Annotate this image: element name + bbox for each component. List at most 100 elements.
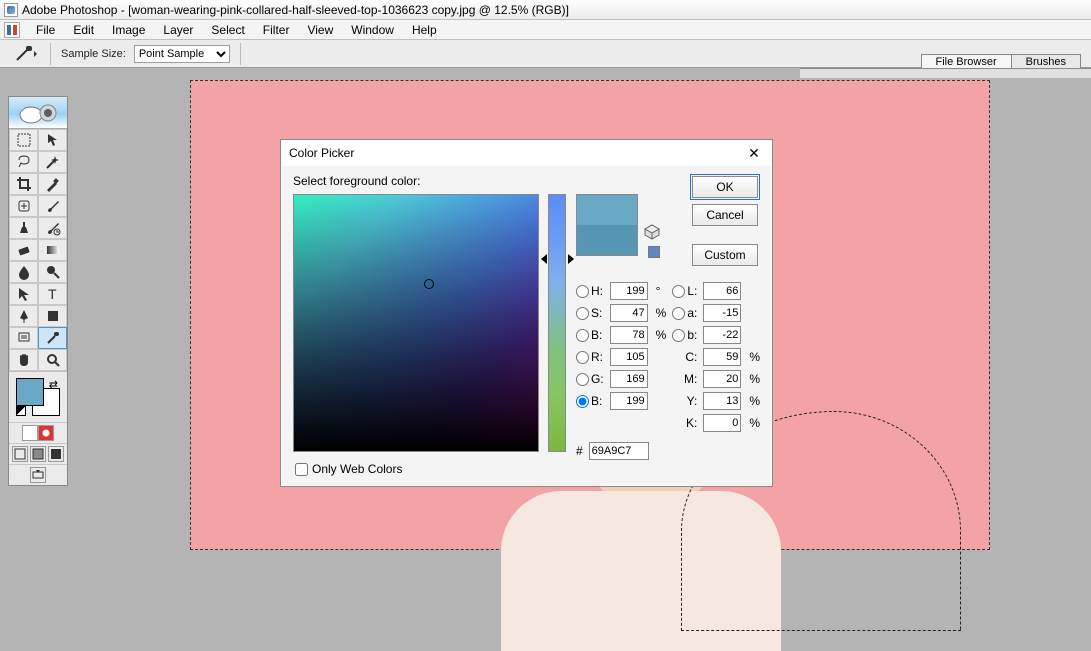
tool-dodge[interactable] [38,261,67,283]
color-field-marker[interactable] [424,279,434,289]
tool-hand[interactable] [9,349,38,371]
default-colors-icon[interactable] [16,406,26,416]
radio-h[interactable]: H: [576,284,604,298]
app-icon [4,3,18,17]
only-web-colors-checkbox[interactable]: Only Web Colors [295,462,402,476]
swap-colors-icon[interactable]: ⇄ [49,378,58,391]
jump-to-imageready-icon[interactable] [30,467,46,483]
quickmask-mode-icon[interactable] [38,425,54,441]
screen-full-icon[interactable] [48,446,64,462]
toolbox-header-icon [9,97,67,129]
tool-notes[interactable] [9,327,38,349]
input-a[interactable] [703,304,741,322]
input-y[interactable] [703,392,741,410]
menu-edit[interactable]: Edit [65,22,102,38]
radio-g[interactable]: G: [576,372,604,386]
radio-r[interactable]: R: [576,350,604,364]
radio-hsb-b[interactable]: B: [576,328,604,342]
tool-blur[interactable] [9,261,38,283]
tool-eraser[interactable] [9,239,38,261]
input-h[interactable] [610,282,648,300]
toolbox: T ⇄ [8,96,68,486]
eyedropper-tool-icon[interactable] [14,45,40,63]
radio-rgb-b[interactable]: B: [576,394,604,408]
suffix-pct: % [749,416,760,430]
tool-eyedropper[interactable] [38,327,67,349]
label-c: C: [672,350,697,364]
dialog-title: Color Picker [289,146,354,160]
cancel-button[interactable]: Cancel [692,204,758,226]
menu-image[interactable]: Image [104,22,153,38]
menu-view[interactable]: View [299,22,341,38]
input-rgb-b[interactable] [610,392,648,410]
hue-slider[interactable] [548,194,566,452]
tool-gradient[interactable] [38,239,67,261]
input-lab-b[interactable] [703,326,741,344]
tool-magic-wand[interactable] [38,151,67,173]
menu-filter[interactable]: Filter [255,22,298,38]
tool-type[interactable]: T [38,283,67,305]
input-hex[interactable] [589,442,649,460]
close-icon[interactable]: ✕ [744,143,764,163]
tool-slice[interactable] [38,173,67,195]
suffix-pct: % [749,372,760,386]
menu-help[interactable]: Help [404,22,445,38]
suffix-pct: % [656,306,667,320]
svg-text:T: T [48,286,57,302]
input-hsb-b[interactable] [610,326,648,344]
menu-layer[interactable]: Layer [155,22,201,38]
color-field[interactable] [293,194,539,452]
input-s[interactable] [610,304,648,322]
tool-history-brush[interactable] [38,217,67,239]
dialog-subtitle: Select foreground color: [293,174,760,188]
hue-slider-pointer-left[interactable] [541,254,547,264]
tool-path-select[interactable] [9,283,38,305]
screen-standard-icon[interactable] [12,446,28,462]
websafe-swatch[interactable] [648,246,660,258]
tool-clone-stamp[interactable] [9,217,38,239]
foreground-color-swatch[interactable] [16,378,44,406]
input-k[interactable] [703,414,741,432]
tool-healing-brush[interactable] [9,195,38,217]
color-picker-dialog: Color Picker ✕ Select foreground color: [280,139,773,487]
divider [240,43,241,65]
menu-select[interactable]: Select [203,22,252,38]
radio-s[interactable]: S: [576,306,604,320]
tool-move[interactable] [38,129,67,151]
menu-window[interactable]: Window [343,22,402,38]
input-l[interactable] [703,282,741,300]
tool-rect-marquee[interactable] [9,129,38,151]
tool-zoom[interactable] [38,349,67,371]
dialog-titlebar[interactable]: Color Picker ✕ [281,140,772,166]
suffix-deg: ° [656,284,667,298]
standard-mode-icon[interactable] [22,425,38,441]
label-k: K: [672,416,697,430]
sample-size-select[interactable]: Point Sample [134,45,230,63]
input-g[interactable] [610,370,648,388]
suffix-pct: % [749,350,760,364]
custom-button[interactable]: Custom [692,244,758,266]
radio-a[interactable]: a: [672,306,697,320]
input-r[interactable] [610,348,648,366]
menu-file[interactable]: File [28,22,63,38]
radio-lab-b[interactable]: b: [672,328,697,342]
radio-l[interactable]: L: [672,284,697,298]
input-m[interactable] [703,370,741,388]
suffix-pct: % [656,328,667,342]
tool-shape[interactable] [38,305,67,327]
tool-brush[interactable] [38,195,67,217]
current-color-swatch[interactable] [577,225,637,255]
palette-strip [800,68,1091,78]
gamut-warning-icon[interactable] [644,224,660,240]
tool-pen[interactable] [9,305,38,327]
input-c[interactable] [703,348,741,366]
label-y: Y: [672,394,697,408]
hue-slider-pointer-right[interactable] [568,254,574,264]
tool-crop[interactable] [9,173,38,195]
tool-lasso[interactable] [9,151,38,173]
screen-full-menubar-icon[interactable] [30,446,46,462]
suffix-pct: % [749,394,760,408]
photoshop-logo-icon [4,22,20,38]
new-color-swatch [577,195,637,225]
ok-button[interactable]: OK [692,176,758,198]
